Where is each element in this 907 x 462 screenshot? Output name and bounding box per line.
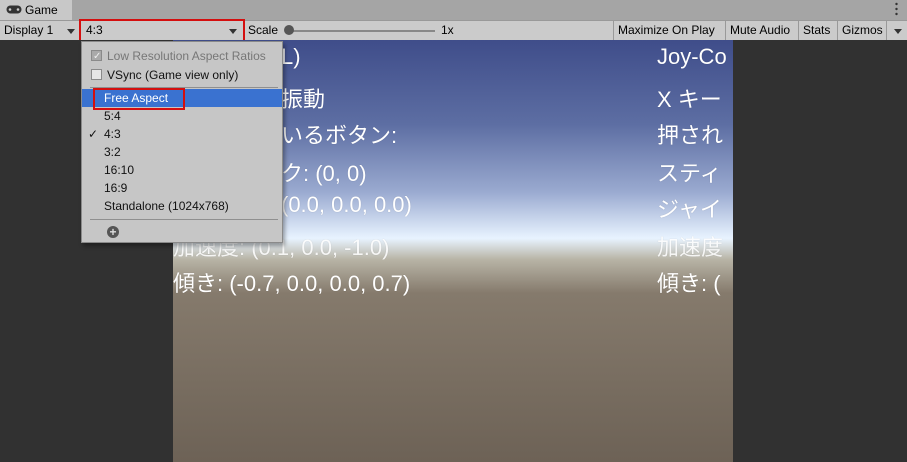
game-text-right: ジャイ (657, 197, 722, 222)
menu-item-free-aspect[interactable]: Free Aspect (82, 88, 282, 110)
stats-button[interactable]: Stats (798, 21, 834, 40)
more-options-icon[interactable] (895, 2, 898, 16)
tab-bar: Game (0, 0, 907, 20)
game-text-left: ク: (0, 0) (281, 161, 367, 186)
gizmos-button[interactable]: Gizmos (837, 21, 887, 40)
maximize-on-play-button[interactable]: Maximize On Play (613, 21, 719, 40)
game-text-right: 加速度 (657, 235, 724, 260)
scale-slider-thumb[interactable] (284, 25, 294, 35)
game-text-left: 振動 (281, 87, 326, 112)
checkbox-icon[interactable] (91, 69, 102, 80)
add-icon[interactable]: + (107, 226, 119, 238)
menu-item-label: 3:2 (104, 145, 121, 159)
display-dropdown[interactable]: Display 1 (4, 21, 53, 40)
menu-divider (90, 219, 278, 220)
mute-audio-button[interactable]: Mute Audio (725, 21, 794, 40)
scale-slider-track[interactable] (289, 30, 435, 32)
game-text-right: Joy-Co (657, 44, 727, 69)
menu-item-label: 16:9 (104, 181, 128, 195)
gamepad-icon (6, 5, 22, 14)
game-text-right: スティ (657, 161, 722, 186)
menu-item-label: 5:4 (104, 109, 121, 123)
checkmark-icon: ✓ (88, 127, 99, 141)
menu-item-4-3[interactable]: ✓ 4:3 (82, 125, 282, 143)
game-text-left: (0.0, 0.0, 0.0) (281, 192, 412, 217)
menu-item-low-resolution[interactable]: Low Resolution Aspect Ratios (82, 47, 282, 66)
menu-item-label: 16:10 (104, 163, 135, 177)
menu-item-label: Standalone (1024x768) (104, 199, 229, 213)
menu-item-3-2[interactable]: 3:2 (82, 143, 282, 161)
chevron-down-icon (67, 29, 75, 34)
tab-label: Game (25, 3, 58, 17)
game-text-left: いるボタン: (281, 123, 398, 148)
chevron-down-icon (229, 29, 237, 34)
aspect-value: 4:3 (86, 23, 103, 37)
menu-item-label: Low Resolution Aspect Ratios (107, 49, 266, 63)
menu-item-label: VSync (Game view only) (107, 68, 239, 82)
game-text-right: X キー (657, 87, 722, 112)
menu-item-standalone[interactable]: Standalone (1024x768) (82, 197, 282, 215)
menu-item-5-4[interactable]: 5:4 (82, 107, 282, 125)
menu-item-vsync[interactable]: VSync (Game view only) (82, 66, 282, 84)
game-text-right: 押され (657, 123, 724, 148)
game-toolbar: Display 1 4:3 Scale 1x Maximize On Play … (0, 19, 907, 42)
aspect-dropdown[interactable]: 4:3 (79, 19, 245, 42)
divider (886, 21, 887, 40)
menu-item-16-9[interactable]: 16:9 (82, 179, 282, 197)
scale-value: 1x (441, 23, 454, 37)
game-text-left: L) (281, 44, 301, 69)
game-text-left: 傾き: (-0.7, 0.0, 0.0, 0.7) (173, 271, 411, 296)
tab-game[interactable]: Game (0, 0, 72, 20)
checkbox-icon[interactable] (91, 48, 102, 66)
menu-item-16-10[interactable]: 16:10 (82, 161, 282, 179)
menu-item-label: 4:3 (104, 127, 121, 141)
gizmos-chevron-icon[interactable] (894, 29, 902, 34)
game-text-right: 傾き: ( (657, 271, 721, 296)
aspect-dropdown-menu: Low Resolution Aspect Ratios VSync (Game… (81, 41, 283, 243)
scale-label: Scale (248, 23, 279, 37)
